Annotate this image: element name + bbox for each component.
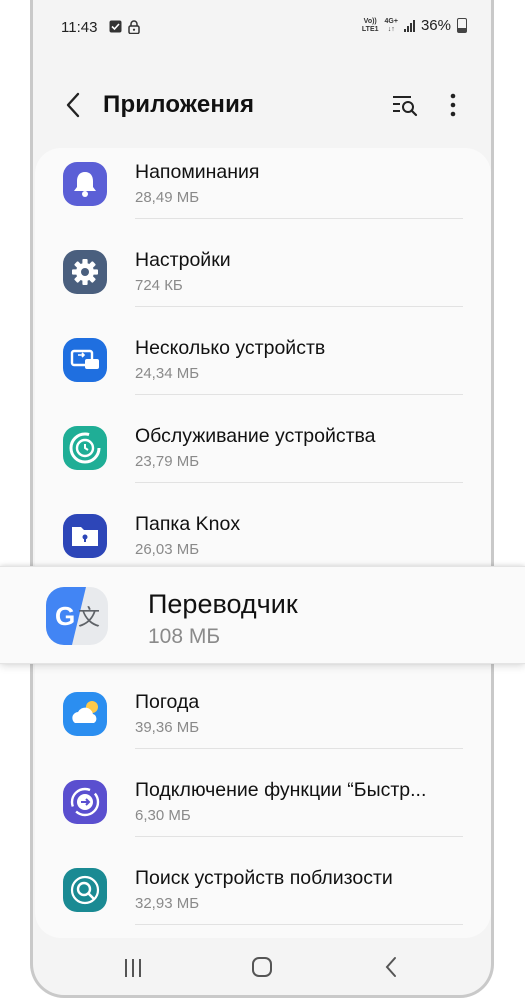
multi-device-icon <box>63 338 107 382</box>
app-name: Настройки <box>135 249 231 271</box>
divider <box>135 306 463 307</box>
phone-frame: 11:43 Vo)) LTE1 4G+ ↓↑ 36% Приложения На… <box>30 0 494 998</box>
status-left-icons <box>109 20 140 34</box>
checkbox-notification-icon <box>109 20 122 33</box>
app-name: Напоминания <box>135 161 260 183</box>
gear-icon <box>63 250 107 294</box>
list-item-translator-highlighted[interactable]: G 文 Переводчик 108 МБ <box>0 566 525 664</box>
navigation-bar <box>33 939 491 995</box>
more-options-icon[interactable] <box>441 91 465 121</box>
back-arrow-icon[interactable] <box>59 90 89 120</box>
page-title: Приложения <box>103 91 255 118</box>
recent-apps-icon[interactable] <box>123 957 143 979</box>
app-name: Поиск устройств поблизости <box>135 867 393 889</box>
app-size: 26,03 МБ <box>135 541 200 558</box>
lock-notification-icon <box>128 20 140 34</box>
list-item-reminder[interactable]: Напоминания 28,49 МБ <box>35 148 491 232</box>
app-size: 724 КБ <box>135 277 183 294</box>
status-right: Vo)) LTE1 4G+ ↓↑ 36% <box>362 17 467 34</box>
home-icon[interactable] <box>251 956 273 978</box>
device-care-icon <box>63 426 107 470</box>
signal-icon <box>403 19 415 32</box>
bell-icon <box>63 162 107 206</box>
divider <box>135 748 463 749</box>
app-bar: Приложения <box>33 66 491 146</box>
app-name: Обслуживание устройства <box>135 425 376 447</box>
app-size: 108 МБ <box>148 625 221 648</box>
status-time: 11:43 <box>61 19 98 36</box>
app-size: 23,79 МБ <box>135 453 200 470</box>
google-translate-icon: G 文 <box>46 587 108 645</box>
app-name: Папка Knox <box>135 513 241 535</box>
app-name: Погода <box>135 691 200 713</box>
app-list[interactable]: Напоминания 28,49 МБ Настройки 724 КБ Не… <box>35 148 491 938</box>
nearby-scan-icon <box>63 868 107 912</box>
app-name: Несколько устройств <box>135 337 326 359</box>
status-bar: 11:43 Vo)) LTE1 4G+ ↓↑ 36% <box>33 0 491 56</box>
app-size: 32,93 МБ <box>135 895 200 912</box>
app-name: Подключение функции “Быстр... <box>135 779 427 801</box>
weather-icon <box>63 692 107 736</box>
app-name: Переводчик <box>148 589 298 619</box>
divider <box>135 482 463 483</box>
svg-text:文: 文 <box>78 606 100 631</box>
app-size: 39,36 МБ <box>135 719 200 736</box>
secure-folder-icon <box>63 514 107 558</box>
battery-percent: 36% <box>420 17 451 34</box>
divider <box>135 394 463 395</box>
volte-badge: Vo)) LTE1 <box>361 17 379 33</box>
divider <box>135 218 463 219</box>
battery-icon <box>457 18 467 33</box>
divider <box>135 836 463 837</box>
nav-back-icon[interactable] <box>383 956 399 978</box>
quick-share-icon <box>63 780 107 824</box>
network-type-badge: 4G+ ↓↑ <box>384 17 398 33</box>
app-size: 28,49 МБ <box>135 189 200 206</box>
svg-text:G: G <box>55 601 75 631</box>
app-size: 6,30 МБ <box>135 807 191 824</box>
app-size: 24,34 МБ <box>135 365 200 382</box>
data-arrows-icon: ↓↑ <box>387 25 395 33</box>
filter-search-icon[interactable] <box>390 91 420 121</box>
divider <box>135 924 463 925</box>
